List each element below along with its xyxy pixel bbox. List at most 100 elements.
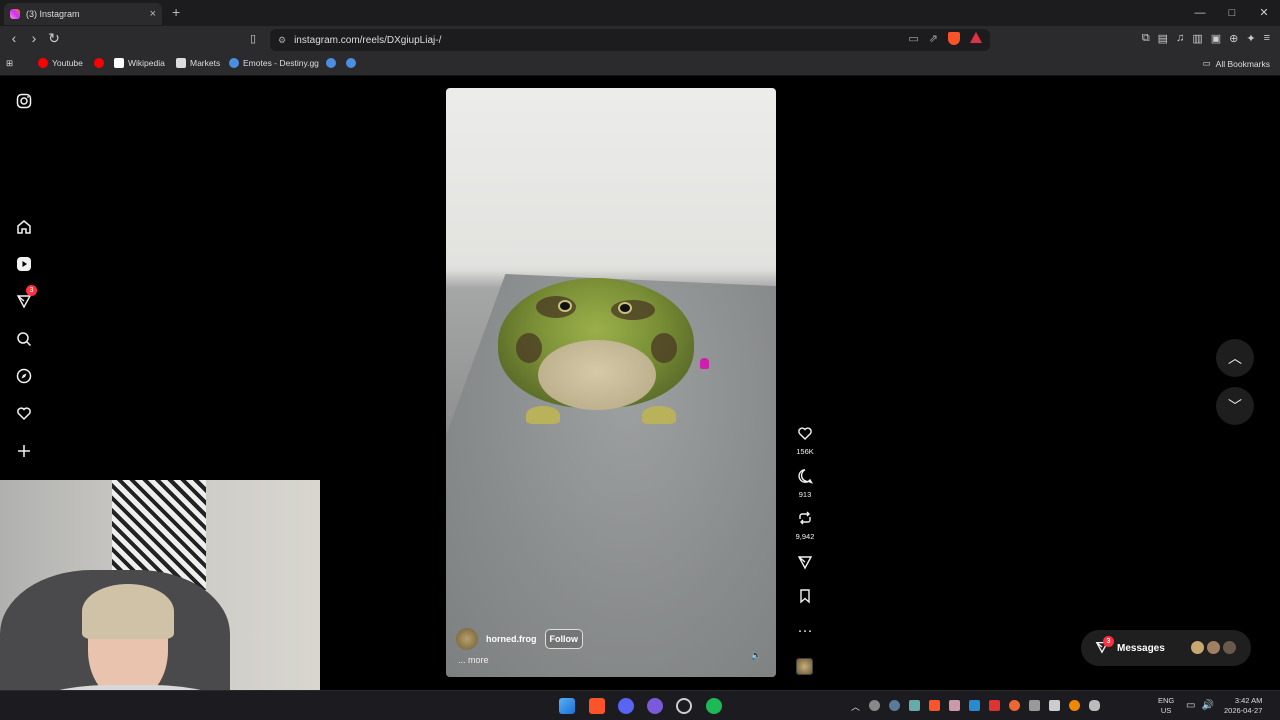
- apps-icon[interactable]: ⊞: [6, 58, 13, 69]
- brave-shields-icon[interactable]: [948, 32, 960, 45]
- explore-icon[interactable]: [14, 366, 34, 386]
- leo-ai-icon[interactable]: ✦: [1246, 32, 1255, 45]
- clock[interactable]: 3:42 AM 2026-04-27: [1224, 696, 1262, 716]
- microphone-icon[interactable]: [1089, 700, 1100, 711]
- create-icon[interactable]: [14, 441, 34, 461]
- tab-instagram[interactable]: (3) Instagram ×: [4, 3, 162, 25]
- repost-icon: [790, 510, 820, 530]
- discord-icon[interactable]: [618, 698, 634, 714]
- previous-reel-button[interactable]: ︿: [1216, 339, 1254, 377]
- volume-icon: 🔊: [1201, 700, 1214, 711]
- input-language[interactable]: ENG US: [1158, 696, 1174, 716]
- reel-video[interactable]: horned.frog Follow ... more 🔈: [446, 88, 776, 677]
- close-window-button[interactable]: ✕: [1248, 0, 1280, 26]
- cast-icon[interactable]: ▭: [908, 32, 918, 45]
- next-reel-button[interactable]: ﹀: [1216, 387, 1254, 425]
- tray-app-icon[interactable]: [1009, 700, 1020, 711]
- bookmark-destiny-emotes[interactable]: Emotes - Destiny.gg: [229, 58, 319, 68]
- bookmark-page-icon[interactable]: ▯: [250, 32, 256, 45]
- bookmark-destiny-2[interactable]: [326, 58, 336, 68]
- like-button[interactable]: 156K: [790, 425, 820, 456]
- share-button[interactable]: [790, 554, 820, 574]
- save-button[interactable]: [790, 588, 820, 608]
- start-icon[interactable]: [559, 698, 575, 714]
- maximize-button[interactable]: □: [1216, 0, 1248, 26]
- bookmark-youtube[interactable]: Youtube: [38, 58, 83, 68]
- audio-thumbnail[interactable]: [796, 658, 813, 675]
- bookmark-youtube-2[interactable]: [94, 58, 104, 68]
- system-tray: ︿: [851, 700, 1100, 712]
- home-icon[interactable]: [14, 217, 34, 237]
- tray-shield-icon[interactable]: [989, 700, 1000, 711]
- clock-time: 3:42 AM: [1234, 696, 1263, 705]
- like-count: 156K: [796, 447, 814, 456]
- comment-icon: [790, 468, 820, 488]
- new-tab-button[interactable]: +: [172, 4, 180, 20]
- more-options-button[interactable]: ···: [790, 623, 820, 639]
- back-icon[interactable]: ‹: [4, 30, 24, 46]
- tray-app-icon[interactable]: [1029, 700, 1040, 711]
- system-icons[interactable]: ▭ 🔊: [1186, 700, 1214, 711]
- menu-icon[interactable]: ≡: [1264, 32, 1270, 45]
- tray-steam-icon[interactable]: [889, 700, 900, 711]
- frog-spot: [516, 333, 542, 363]
- brave-icon[interactable]: [589, 698, 605, 714]
- bookmark-destiny-3[interactable]: [346, 58, 356, 68]
- sidebar-toggle-icon[interactable]: ▥: [1192, 32, 1202, 45]
- tab-strip: (3) Instagram × + — □ ✕: [0, 0, 1280, 26]
- extensions-icon[interactable]: ⧉: [1142, 32, 1150, 45]
- tray-brave-icon[interactable]: [929, 700, 940, 711]
- wallet-icon[interactable]: ▣: [1211, 32, 1221, 45]
- frog-eye: [618, 302, 632, 314]
- tab-close-icon[interactable]: ×: [150, 8, 156, 20]
- reels-icon[interactable]: [14, 254, 34, 274]
- author-username[interactable]: horned.frog: [486, 634, 537, 644]
- repost-button[interactable]: 9,942: [790, 510, 820, 541]
- obs-icon[interactable]: [676, 698, 692, 714]
- brave-rewards-icon[interactable]: [970, 32, 982, 43]
- media-icon[interactable]: ♫: [1176, 32, 1184, 45]
- search-icon[interactable]: [14, 329, 34, 349]
- address-bar[interactable]: ⚙ instagram.com/reels/DXgiupLiaj-/ ▭ ⇗: [270, 29, 990, 51]
- tray-app-icon[interactable]: [949, 700, 960, 711]
- tray-chevron-icon[interactable]: ︿: [851, 700, 860, 712]
- spotify-icon[interactable]: [706, 698, 722, 714]
- avatar: [1222, 640, 1237, 655]
- avatar: [1206, 640, 1221, 655]
- reader-icon[interactable]: ▤: [1158, 32, 1168, 45]
- reel-author: horned.frog Follow: [456, 628, 583, 650]
- region-code: US: [1160, 706, 1172, 715]
- caption-more-link[interactable]: ... more: [458, 655, 489, 665]
- bookmark-markets[interactable]: Markets: [176, 58, 220, 68]
- frog-belly: [538, 340, 656, 410]
- tray-app-icon[interactable]: [969, 700, 980, 711]
- url-text: instagram.com/reels/DXgiupLiaj-/: [294, 34, 442, 46]
- follow-button[interactable]: Follow: [544, 629, 583, 649]
- avatar: [1190, 640, 1205, 655]
- browser-toolbar: ‹ › ↻ ▯ ⚙ instagram.com/reels/DXgiupLiaj…: [0, 26, 1280, 54]
- tray-chrome-icon[interactable]: [869, 700, 880, 711]
- folder-icon: ▭: [1202, 58, 1211, 68]
- message-avatars: [1190, 640, 1237, 655]
- tray-search-icon[interactable]: [1069, 700, 1080, 711]
- mute-icon[interactable]: 🔈: [751, 650, 762, 661]
- forward-icon[interactable]: ›: [24, 30, 44, 46]
- bookmark-wikipedia[interactable]: Wikipedia: [114, 58, 165, 68]
- send-icon[interactable]: 3: [14, 285, 37, 311]
- destiny-icon: [326, 58, 336, 68]
- app-icon[interactable]: [647, 698, 663, 714]
- vpn-icon[interactable]: ⊕: [1229, 32, 1238, 45]
- site-info-icon[interactable]: ⚙: [278, 35, 286, 46]
- cursor-hand-icon: [700, 358, 709, 369]
- tray-app-icon[interactable]: [1049, 700, 1060, 711]
- messages-button[interactable]: 3 Messages: [1081, 630, 1251, 666]
- comment-button[interactable]: 913: [790, 468, 820, 499]
- instagram-logo-icon[interactable]: [14, 91, 34, 111]
- author-avatar[interactable]: [456, 628, 478, 650]
- share-icon[interactable]: ⇗: [929, 32, 938, 45]
- all-bookmarks-button[interactable]: ▭ All Bookmarks: [1203, 58, 1270, 69]
- heart-icon[interactable]: [14, 403, 34, 423]
- tray-app-icon[interactable]: [909, 700, 920, 711]
- minimize-button[interactable]: —: [1184, 0, 1216, 26]
- reload-icon[interactable]: ↻: [44, 30, 64, 47]
